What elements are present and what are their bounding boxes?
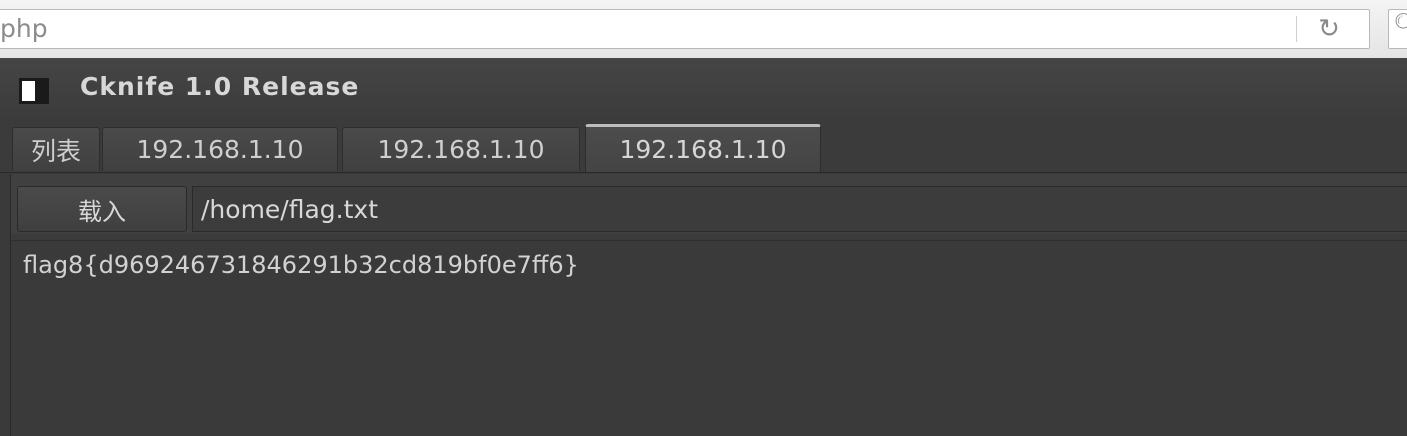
- address-divider: [1296, 16, 1297, 42]
- load-button[interactable]: 载入: [17, 186, 187, 232]
- tab-strip: 列表 192.168.1.10 192.168.1.10 192.168.1.1…: [0, 120, 1407, 173]
- file-path-input[interactable]: [192, 186, 1407, 232]
- reload-icon[interactable]: ↻: [1311, 12, 1347, 46]
- file-content-area[interactable]: flag8{d969246731846291b32cd819bf0e7ff6}: [11, 240, 1407, 436]
- address-text: php: [0, 14, 48, 43]
- title-bar[interactable]: Cknife 1.0 Release: [0, 58, 1407, 120]
- window-title: Cknife 1.0 Release: [80, 72, 360, 101]
- tab-list[interactable]: 列表: [12, 127, 100, 171]
- file-viewer-panel: 载入 flag8{d969246731846291b32cd819bf0e7ff…: [10, 174, 1407, 436]
- tab-host-2[interactable]: 192.168.1.10: [342, 127, 580, 171]
- window-icon: [19, 78, 49, 104]
- search-field[interactable]: 🔍︎: [1388, 9, 1407, 49]
- address-bar[interactable]: php ↻: [0, 9, 1370, 49]
- search-icon: 🔍︎: [1393, 13, 1407, 38]
- file-content-text: flag8{d969246731846291b32cd819bf0e7ff6}: [23, 251, 579, 279]
- tab-host-3[interactable]: 192.168.1.10: [585, 124, 821, 172]
- cknife-window: Cknife 1.0 Release 列表 192.168.1.10 192.1…: [0, 58, 1407, 436]
- file-toolbar: 载入: [11, 174, 1407, 234]
- browser-toolbar: php ↻ 🔍︎: [0, 0, 1407, 59]
- tab-host-1[interactable]: 192.168.1.10: [102, 127, 338, 171]
